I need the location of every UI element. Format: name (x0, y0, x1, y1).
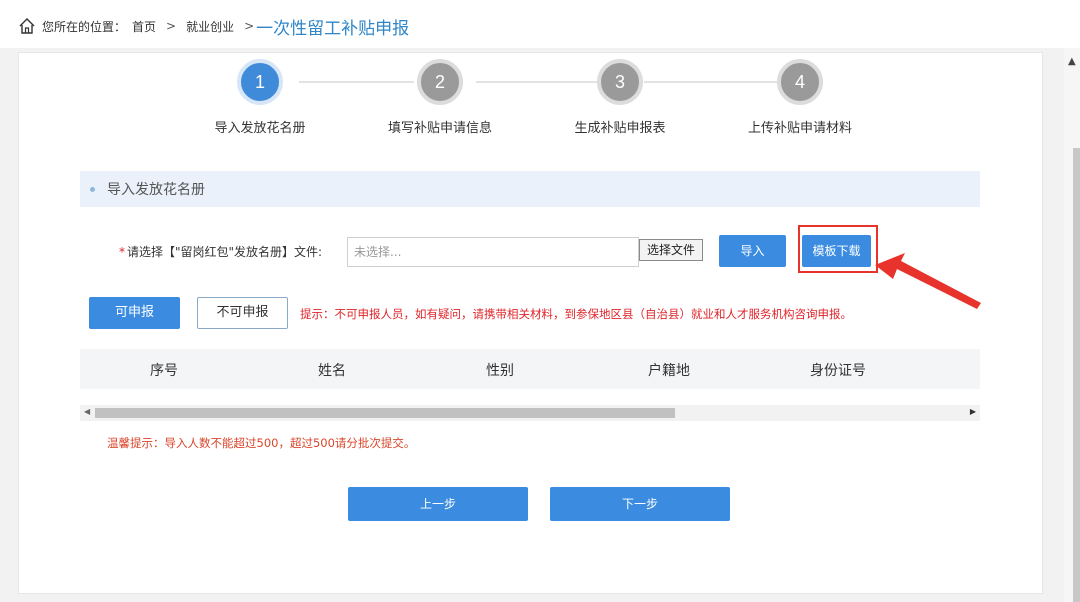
step-label: 生成补贴申报表 (574, 121, 666, 136)
scroll-up-arrow-icon[interactable]: ▲ (1068, 56, 1076, 67)
column-header: 序号 (150, 363, 178, 379)
step-label: 导入发放花名册 (214, 121, 306, 136)
breadcrumb-separator: > (166, 19, 177, 33)
step-number: 4 (777, 59, 823, 105)
scroll-left-arrow-icon[interactable]: ◀ (84, 407, 90, 416)
file-label: * 请选择【"留岗红包"发放名册】文件: (119, 243, 322, 260)
step-label: 填写补贴申请信息 (387, 121, 492, 136)
step-number: 1 (237, 59, 283, 105)
tip-text: 提示：不可申报人员，如有疑问，请携带相关材料，到参保地区县（自治县）就业和人才服… (300, 307, 852, 321)
import-button[interactable]: 导入 (719, 235, 786, 267)
page-scrollbar-thumb[interactable] (1073, 148, 1080, 602)
step-number: 2 (417, 59, 463, 105)
file-path-input[interactable]: 未选择... (347, 237, 639, 267)
step-label: 上传补贴申请材料 (747, 121, 852, 136)
scrollbar-thumb[interactable] (95, 408, 675, 418)
breadcrumb-separator: > (244, 19, 255, 33)
breadcrumb-current: 一次性留工补贴申报 (256, 18, 410, 39)
tabs-row: 可申报 不可申报 提示：不可申报人员，如有疑问，请携带相关材料，到参保地区县（自… (19, 297, 1042, 337)
step-3: 3 生成补贴申报表 (540, 59, 700, 136)
step-4: 4 上传补贴申请材料 (720, 59, 880, 136)
breadcrumb-prefix: 您所在的位置： (42, 19, 127, 34)
tab-cannot-apply[interactable]: 不可申报 (197, 297, 288, 329)
section-header: 导入发放花名册 (80, 171, 980, 207)
tab-can-apply[interactable]: 可申报 (89, 297, 180, 329)
table-header: 序号 姓名 性别 户籍地 身份证号 (80, 349, 980, 389)
breadcrumb-employment-link[interactable]: 就业创业 (186, 18, 234, 35)
prev-step-button[interactable]: 上一步 (348, 487, 528, 521)
stepper: 1 导入发放花名册 2 填写补贴申请信息 3 生成补贴申报表 4 上传补贴申请材… (19, 53, 1042, 153)
home-icon (19, 18, 35, 34)
required-mark: * (119, 245, 125, 259)
warm-tip: 温馨提示：导入人数不能超过500，超过500请分批次提交。 (107, 436, 416, 450)
scroll-right-arrow-icon[interactable]: ▶ (970, 407, 976, 416)
main-card: 1 导入发放花名册 2 填写补贴申请信息 3 生成补贴申报表 4 上传补贴申请材… (18, 52, 1043, 594)
template-download-button[interactable]: 模板下载 (802, 235, 871, 267)
table-horizontal-scrollbar[interactable]: ◀ ▶ (80, 405, 980, 421)
column-header: 户籍地 (648, 363, 690, 379)
file-label-text: 请选择【"留岗红包"发放名册】文件: (127, 245, 323, 259)
column-header: 姓名 (318, 363, 346, 379)
section-title: 导入发放花名册 (107, 182, 205, 198)
bullet-dot-icon (90, 186, 95, 192)
column-header: 身份证号 (810, 363, 866, 379)
step-number: 3 (597, 59, 643, 105)
column-header: 性别 (486, 363, 514, 379)
choose-file-button[interactable]: 选择文件 (639, 239, 703, 261)
step-2: 2 填写补贴申请信息 (360, 59, 520, 136)
step-1: 1 导入发放花名册 (180, 59, 340, 136)
next-step-button[interactable]: 下一步 (550, 487, 730, 521)
breadcrumb: 您所在的位置： 首页 > 就业创业 > 一次性留工补贴申报 (18, 14, 410, 39)
breadcrumb-home-link[interactable]: 首页 (132, 18, 156, 35)
